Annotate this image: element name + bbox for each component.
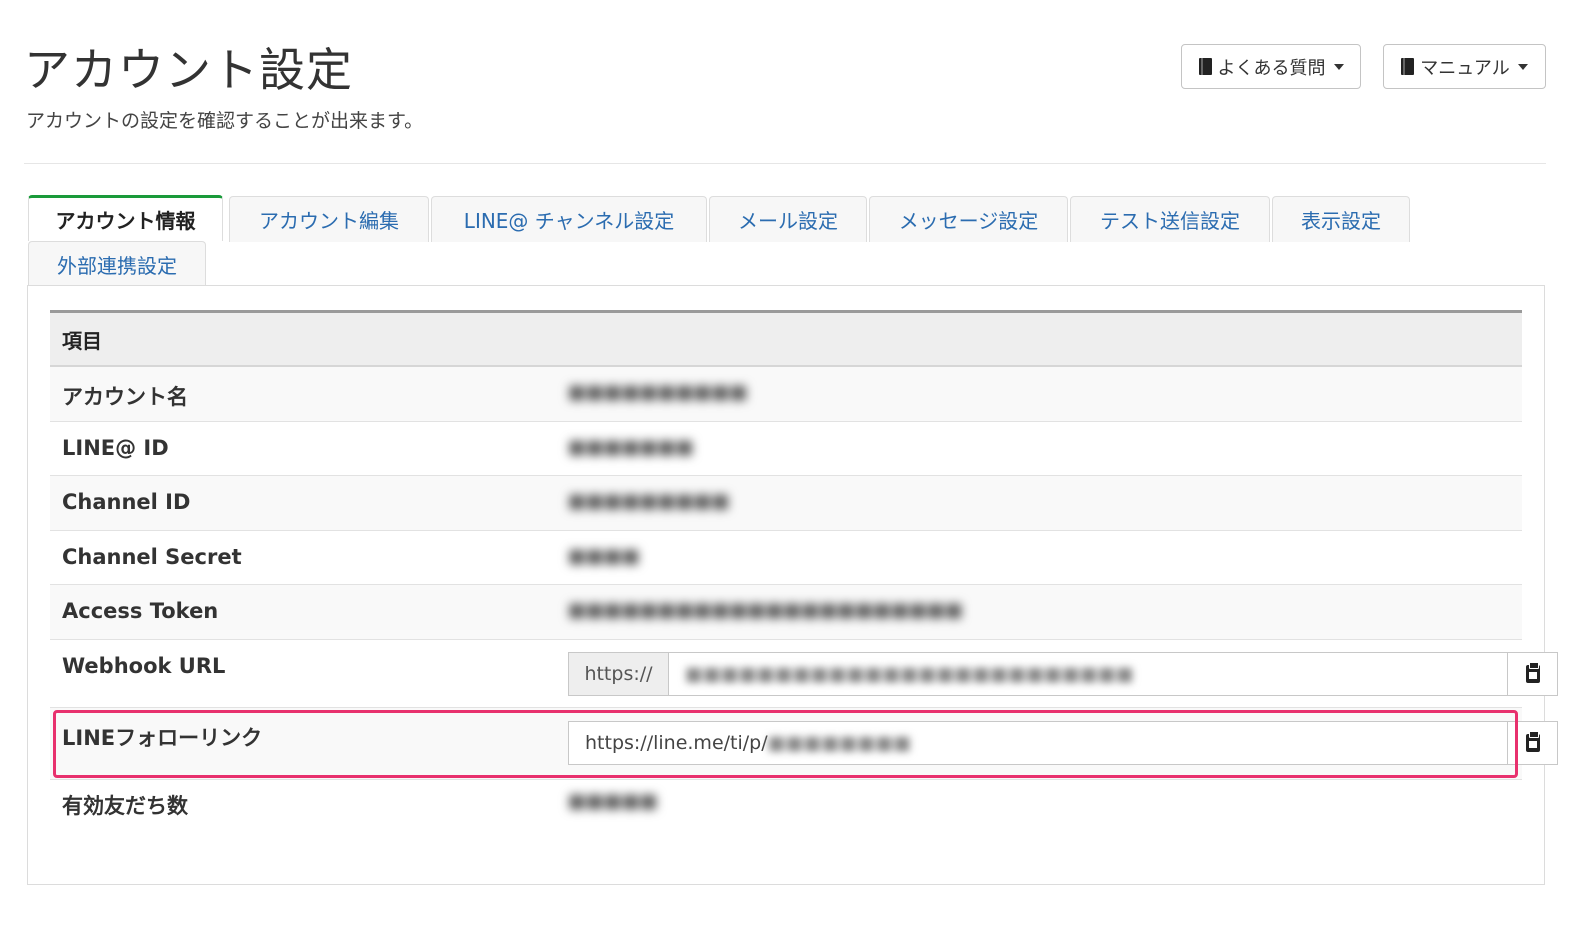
page-description: アカウントの設定を確認することが出来ます。	[26, 110, 424, 132]
webhook-url-field[interactable]: https:// ■■■■■■■■■■■■■■■■■■■■■■■■■	[568, 652, 1508, 696]
manual-label: マニュアル	[1420, 57, 1510, 79]
faq-dropdown-button[interactable]: よくある質問	[1181, 44, 1361, 89]
table-row: 有効友だち数 ■■■■■	[50, 780, 1522, 840]
table-header: 項目	[50, 310, 1522, 367]
webhook-url-value: ■■■■■■■■■■■■■■■■■■■■■■■■■	[685, 663, 1134, 685]
header-divider	[24, 163, 1546, 164]
tab-test-send[interactable]: テスト送信設定	[1070, 196, 1270, 242]
tab-display[interactable]: 表示設定	[1272, 196, 1410, 242]
caret-down-icon	[1333, 63, 1344, 70]
tab-account-info[interactable]: アカウント情報	[28, 195, 223, 241]
row-label: 有効友だち数	[62, 794, 188, 818]
row-value: ■■■■■■■■■■	[568, 381, 748, 403]
caret-down-icon	[1517, 63, 1528, 70]
row-value: ■■■■	[568, 545, 640, 567]
table-row: Channel Secret ■■■■	[50, 531, 1522, 585]
row-label: Access Token	[62, 599, 219, 623]
row-value: ■■■■■■■■■	[568, 490, 730, 512]
table-row: Channel ID ■■■■■■■■■	[50, 476, 1522, 531]
book-icon	[1401, 58, 1415, 75]
manual-dropdown-button[interactable]: マニュアル	[1383, 44, 1546, 89]
tab-account-edit[interactable]: アカウント編集	[229, 196, 429, 242]
faq-label: よくある質問	[1217, 57, 1326, 79]
table-row: Access Token ■■■■■■■■■■■■■■■■■■■■■■	[50, 585, 1522, 640]
clipboard-icon	[1525, 662, 1540, 683]
url-prefix-addon: https://	[569, 653, 669, 695]
table-row: アカウント名 ■■■■■■■■■■	[50, 367, 1522, 422]
row-label: Webhook URL	[62, 654, 226, 678]
row-label: LINE@ ID	[62, 436, 169, 460]
clipboard-icon	[1525, 731, 1540, 752]
page-title: アカウント設定	[24, 43, 353, 97]
tab-message[interactable]: メッセージ設定	[869, 196, 1068, 242]
book-icon	[1198, 58, 1212, 75]
tab-external[interactable]: 外部連携設定	[28, 241, 206, 286]
copy-webhook-button[interactable]	[1508, 652, 1558, 696]
row-label: Channel Secret	[62, 545, 242, 569]
tab-line-channel[interactable]: LINE@ チャンネル設定	[431, 196, 707, 242]
row-value: ■■■■■■■■■■■■■■■■■■■■■■	[568, 599, 963, 621]
row-label: アカウント名	[62, 385, 188, 409]
account-info-table: 項目 アカウント名 ■■■■■■■■■■ LINE@ ID ■■■■■■■ Ch…	[50, 310, 1558, 840]
row-value: ■■■■■	[568, 790, 658, 812]
tab-mail[interactable]: メール設定	[709, 196, 867, 242]
row-value: ■■■■■■■	[568, 436, 694, 458]
table-row: LINE@ ID ■■■■■■■	[50, 422, 1522, 476]
row-label: Channel ID	[62, 490, 191, 514]
highlight-box	[53, 710, 1518, 778]
table-row: Webhook URL https:// ■■■■■■■■■■■■■■■■■■■…	[50, 640, 1558, 708]
